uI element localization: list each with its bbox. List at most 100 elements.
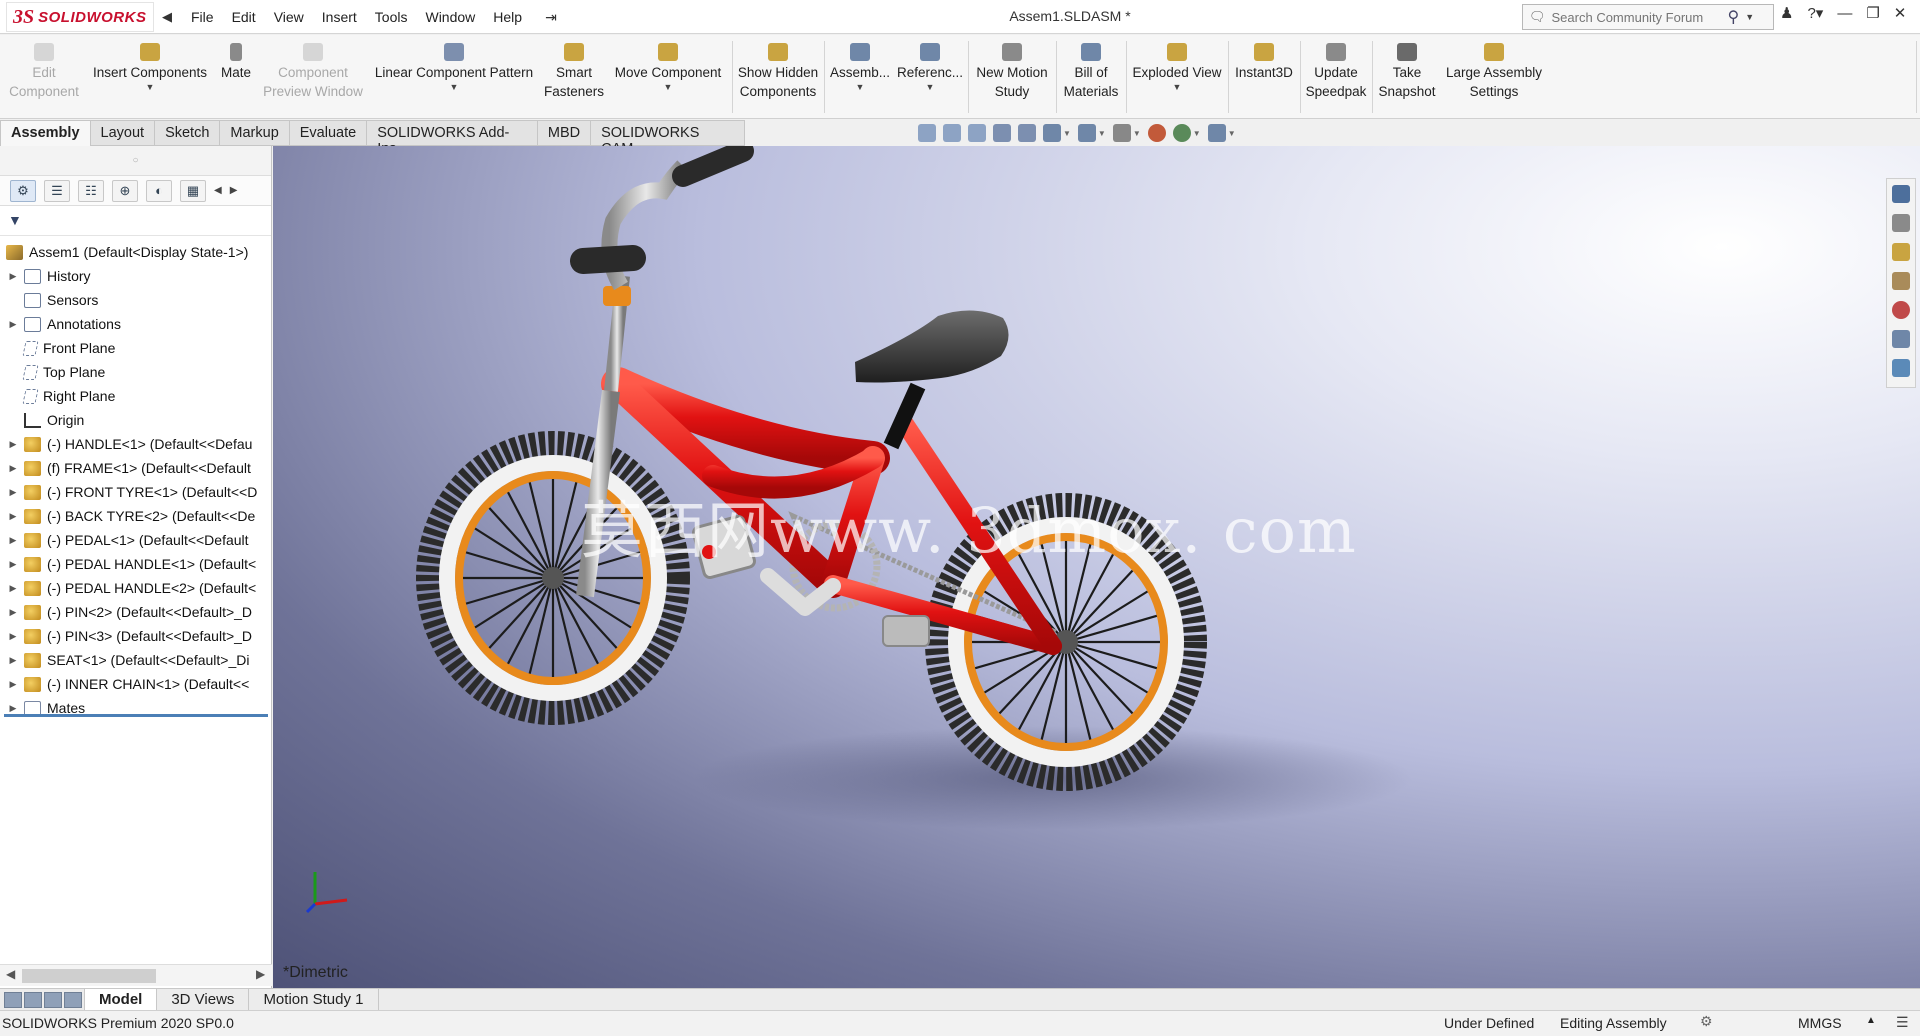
unit-system[interactable]: MMGS (1798, 1015, 1842, 1031)
zoom-to-fit-icon[interactable] (918, 124, 936, 142)
tab-motion-study-1[interactable]: Motion Study 1 (248, 989, 379, 1010)
tree-item[interactable]: Origin (0, 408, 271, 432)
search-dropdown-icon[interactable]: ▼ (1745, 12, 1754, 22)
instant3d-button[interactable]: Instant3D (1230, 35, 1298, 119)
chevron-down-icon[interactable]: ▼ (856, 82, 865, 92)
menu-edit[interactable]: Edit (223, 9, 265, 25)
menu-file[interactable]: File (182, 9, 223, 25)
tree-item[interactable]: ▶ (-) PIN<2> (Default<<Default>_D (0, 600, 271, 624)
tabs-left-arrow-icon[interactable]: ◀ (214, 185, 222, 196)
tree-item[interactable]: ▶ (-) FRONT TYRE<1> (Default<<D (0, 480, 271, 504)
tree-item[interactable]: ▶ SEAT<1> (Default<<Default>_Di (0, 648, 271, 672)
menu-tools[interactable]: Tools (366, 9, 417, 25)
chevron-down-icon[interactable]: ▼ (1193, 129, 1201, 138)
expand-arrow-icon[interactable]: ▶ (6, 487, 20, 498)
tab-solidworks-add-ins[interactable]: SOLIDWORKS Add-Ins (367, 120, 538, 157)
insert-components-button[interactable]: Insert Components ▼ (88, 35, 212, 119)
minimize-icon[interactable]: — (1837, 5, 1852, 22)
section-view-icon[interactable] (993, 124, 1011, 142)
tab-mbd[interactable]: MBD (537, 120, 592, 146)
expand-arrow-icon[interactable]: ▶ (6, 511, 20, 522)
menu-view[interactable]: View (265, 9, 313, 25)
tooltip-toggle-icon[interactable]: ☰ (1896, 1014, 1909, 1031)
last-tab-icon[interactable] (64, 991, 82, 1008)
tree-item[interactable]: ▶ (-) PEDAL HANDLE<1> (Default< (0, 552, 271, 576)
tree-item[interactable]: ▶ (-) HANDLE<1> (Default<<Defau (0, 432, 271, 456)
tab-3d-views[interactable]: 3D Views (156, 989, 248, 1010)
close-icon[interactable]: ✕ (1894, 4, 1907, 22)
expand-arrow-icon[interactable]: ▶ (6, 439, 20, 450)
tree-item[interactable]: ▶ Annotations (0, 312, 271, 336)
tree-item[interactable]: ▶ (-) PEDAL<1> (Default<<Default (0, 528, 271, 552)
scroll-thumb[interactable] (22, 969, 156, 983)
chevron-down-icon[interactable]: ▼ (664, 82, 673, 92)
tree-item[interactable]: ▶ (-) PIN<3> (Default<<Default>_D (0, 624, 271, 648)
expand-arrow-icon[interactable]: ▶ (6, 607, 20, 618)
view-palette-icon[interactable] (1892, 272, 1910, 290)
linear-component-pattern-button[interactable]: Linear Component Pattern ▼ (368, 35, 540, 119)
forum-pane-icon[interactable] (1892, 359, 1910, 377)
take-snapshot-button[interactable]: Take Snapshot (1374, 35, 1440, 119)
units-dropdown-icon[interactable]: ▲ (1866, 1015, 1876, 1026)
display-style-icon[interactable] (1077, 124, 1096, 142)
menu-collapse-icon[interactable]: ◀ (162, 9, 172, 25)
edit-appearance-icon[interactable] (1147, 124, 1166, 142)
tree-item[interactable]: Front Plane (0, 336, 271, 360)
chevron-down-icon[interactable]: ▼ (146, 82, 155, 92)
tree-item[interactable]: ▶ (-) INNER CHAIN<1> (Default<< (0, 672, 271, 696)
reference-geometry-button[interactable]: Referenc... ▼ (894, 35, 966, 119)
scroll-right-icon[interactable]: ▶ (256, 967, 265, 981)
new-motion-study-button[interactable]: New Motion Study (970, 35, 1054, 119)
previous-view-icon[interactable] (968, 124, 986, 142)
dynamic-annotation-icon[interactable] (1018, 124, 1036, 142)
search-icon[interactable]: ⚲ (1728, 7, 1740, 27)
cam-manager-tab-icon[interactable]: ▦ (180, 179, 206, 202)
tree-item[interactable]: Sensors (0, 288, 271, 312)
tab-markup[interactable]: Markup (220, 120, 290, 146)
tree-item[interactable]: Right Plane (0, 384, 271, 408)
menu-help[interactable]: Help (484, 9, 531, 25)
tree-item[interactable]: ▶ (-) PEDAL HANDLE<2> (Default< (0, 576, 271, 600)
rebuild-icon[interactable]: ⚙ (1700, 1013, 1713, 1030)
pin-menu-icon[interactable]: ⇥ (545, 9, 557, 26)
prev-tab-icon[interactable] (24, 991, 42, 1008)
chevron-down-icon[interactable]: ▼ (926, 82, 935, 92)
chevron-down-icon[interactable]: ▼ (1098, 129, 1106, 138)
configuration-manager-tab-icon[interactable]: ☷ (78, 179, 104, 202)
chevron-down-icon[interactable]: ▼ (1173, 82, 1182, 92)
dimxpert-manager-tab-icon[interactable]: ⊕ (112, 179, 138, 202)
search-box[interactable]: 🗨 ⚲ ▼ (1522, 4, 1774, 30)
tree-item[interactable]: ▶ History (0, 264, 271, 288)
component-preview-window-button[interactable]: Component Preview Window (258, 35, 368, 119)
chevron-down-icon[interactable]: ▼ (1133, 129, 1141, 138)
tab-model[interactable]: Model (84, 989, 157, 1010)
panel-horizontal-scrollbar[interactable]: ◀ ▶ (0, 964, 272, 986)
home-icon[interactable] (1892, 185, 1910, 203)
chevron-down-icon[interactable]: ▼ (1063, 129, 1071, 138)
expand-arrow-icon[interactable]: ▶ (6, 583, 20, 594)
help-icon[interactable]: ?▾ (1807, 4, 1823, 22)
view-settings-icon[interactable] (1207, 124, 1226, 142)
large-assembly-settings-button[interactable]: Large Assembly Settings (1440, 35, 1548, 119)
first-tab-icon[interactable] (4, 991, 22, 1008)
property-manager-tab-icon[interactable]: ☰ (44, 179, 70, 202)
update-speedpak-button[interactable]: Update Speedpak (1302, 35, 1370, 119)
graphics-area[interactable]: 莫西网www. 3dmox. com *Dimetric ◫ ◬ — ❐ ✕ (273, 146, 1920, 988)
tabs-right-arrow-icon[interactable]: ▶ (230, 185, 238, 196)
show-hidden-components-button[interactable]: Show Hidden Components (734, 35, 822, 119)
expand-arrow-icon[interactable]: ▶ (6, 535, 20, 546)
design-library-icon[interactable] (1892, 214, 1910, 232)
tab-sketch[interactable]: Sketch (155, 120, 221, 146)
feature-manager-tab-icon[interactable]: ⚙ (10, 179, 36, 202)
scroll-left-icon[interactable]: ◀ (6, 967, 15, 981)
chevron-down-icon[interactable]: ▼ (1228, 129, 1236, 138)
zoom-to-area-icon[interactable] (943, 124, 961, 142)
tree-filter[interactable]: ▼ (0, 206, 271, 236)
view-orientation-icon[interactable] (1043, 124, 1061, 142)
tree-item[interactable]: ▶ (f) FRAME<1> (Default<<Default (0, 456, 271, 480)
expand-arrow-icon[interactable]: ▶ (6, 463, 20, 474)
tab-assembly[interactable]: Assembly (0, 120, 91, 146)
hide-show-items-icon[interactable] (1112, 124, 1131, 142)
file-explorer-icon[interactable] (1892, 243, 1910, 261)
menu-window[interactable]: Window (416, 9, 484, 25)
